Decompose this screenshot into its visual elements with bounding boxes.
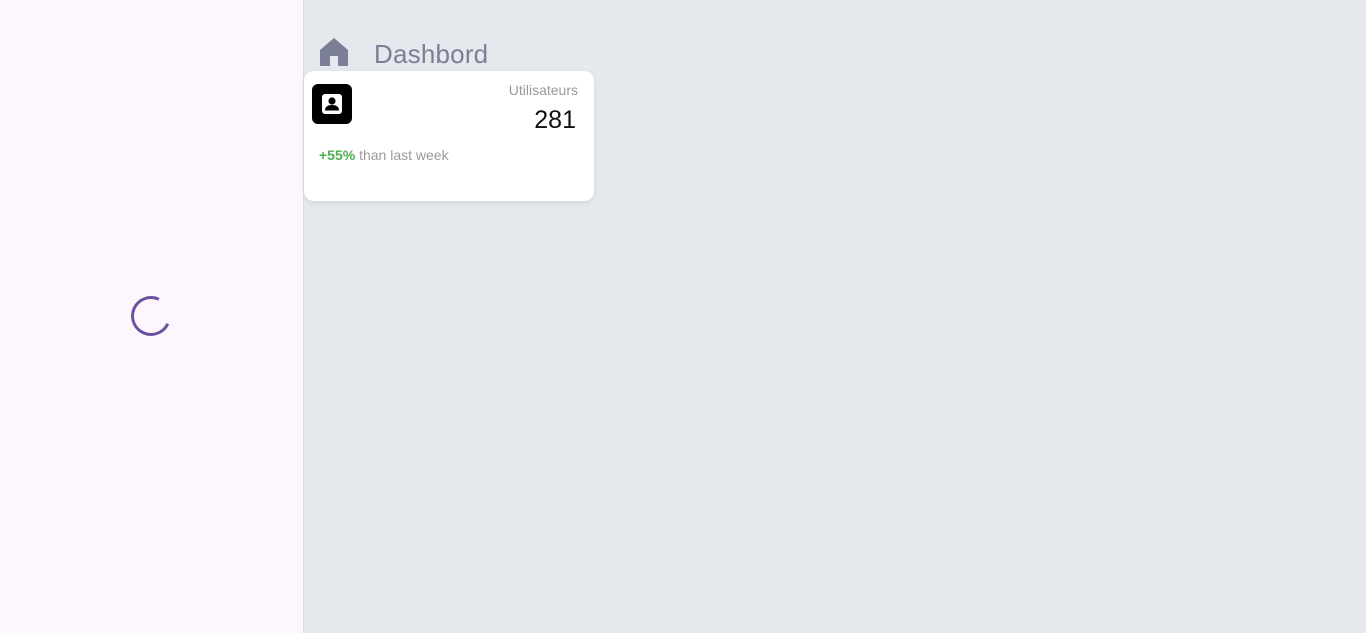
users-stat-card: Utilisateurs 281 +55% than last week (304, 71, 594, 201)
person-icon (322, 94, 342, 114)
card-label: Utilisateurs (508, 82, 578, 98)
card-icon-box (312, 84, 352, 124)
page-header: Dashbord (318, 32, 488, 72)
change-percentage: +55% (319, 147, 356, 163)
sidebar (0, 0, 304, 633)
app-root: Dashbord Utilisateurs 281 +55% than last… (0, 0, 1366, 633)
card-footer: +55% than last week (319, 147, 449, 163)
home-icon[interactable] (318, 36, 350, 68)
card-value: 281 (534, 106, 576, 134)
page-title: Dashbord (374, 39, 489, 69)
change-text: than last week (355, 147, 449, 163)
loading-spinner-icon (125, 290, 177, 342)
